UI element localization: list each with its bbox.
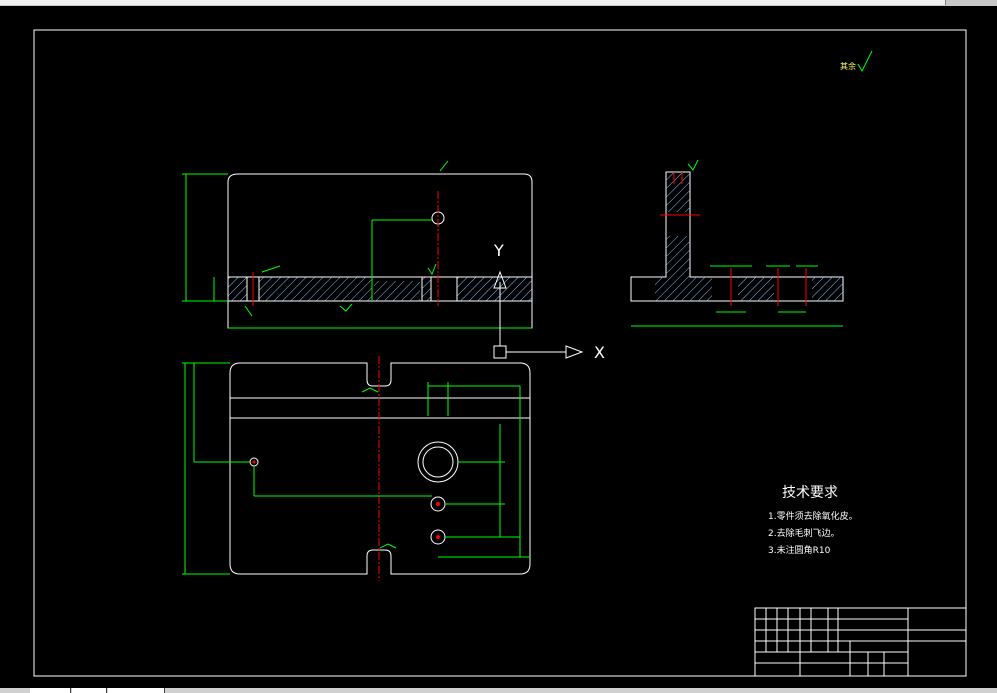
tech-requirements-title: 技术要求 (782, 485, 838, 501)
drawing-border (33, 29, 967, 677)
drawing-canvas[interactable]: 其余 Y X 技术要求 1.零件须去除氧化皮。 2.去除毛刺飞边。 3.未注圆角… (0, 6, 997, 689)
layout-tabs-strip[interactable] (0, 688, 997, 693)
tech-requirement-item: 3.未注圆角R10 (768, 544, 831, 556)
tech-requirement-item: 2.去除毛刺飞边。 (768, 527, 840, 539)
ucs-x-label: X (594, 343, 605, 362)
side-view (630, 159, 844, 327)
tech-requirements: 技术要求 1.零件须去除氧化皮。 2.去除毛刺飞边。 3.未注圆角R10 (768, 485, 858, 556)
svg-text:其余: 其余 (840, 61, 856, 71)
title-block (754, 607, 967, 677)
ucs-y-label: Y (493, 241, 504, 260)
front-view (182, 160, 533, 329)
surface-finish-note: 其余 (840, 50, 873, 73)
tech-requirement-item: 1.零件须去除氧化皮。 (768, 510, 858, 522)
top-view (182, 356, 531, 581)
